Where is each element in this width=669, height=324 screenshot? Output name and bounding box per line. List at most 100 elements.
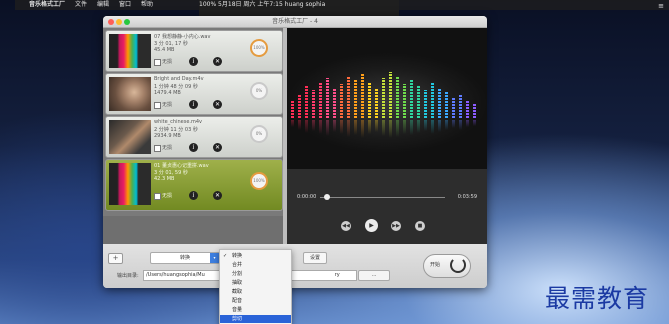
dropdown-item[interactable]: 音量 [220, 306, 291, 314]
forward-icon[interactable]: ▶▶ [391, 221, 401, 231]
mode-dropdown-menu: ✓ 转换合并分割抽取 截取配音音量 剪切 [219, 249, 292, 324]
seek-knob[interactable] [324, 194, 330, 200]
rewind-icon[interactable]: ◀◀ [341, 221, 351, 231]
play-icon[interactable]: ▶ [365, 219, 378, 232]
info-icon[interactable]: i [189, 57, 198, 66]
visualizer-bar [410, 80, 413, 118]
file-thumbnail [109, 77, 151, 111]
desktop-background: 音乐格式工厂 文件 编辑 窗口 帮助 100% 5月18日 周六 上午7:15 … [0, 0, 669, 324]
visualizer-bar [354, 80, 357, 118]
visualizer-bar [333, 88, 336, 118]
stop-icon[interactable]: ■ [415, 221, 425, 231]
file-item[interactable]: white_chinese.m4v 2 分钟 11 分 03 秒 2934.9 … [105, 116, 283, 158]
browse-button[interactable]: ... [358, 270, 390, 281]
visualizer-reflection [368, 120, 371, 134]
seek-track[interactable] [320, 197, 445, 198]
mode-select[interactable]: 转换 ▾ [150, 252, 220, 264]
info-icon[interactable]: i [189, 143, 198, 152]
dropdown-item[interactable]: 配音 [220, 297, 291, 305]
visualizer-reflection [431, 120, 434, 134]
visualizer-reflection [459, 120, 462, 130]
dropdown-item-label: 配音 [232, 298, 243, 304]
file-size: 1479.4 MB [154, 90, 181, 96]
lossless-checkbox[interactable] [154, 193, 161, 200]
lossless-checkbox[interactable] [154, 59, 161, 66]
menu-file[interactable]: 文件 [75, 0, 87, 10]
visualizer-reflection [424, 120, 427, 131]
file-size: 42.3 MB [154, 176, 175, 182]
file-name: white_chinese.m4v [154, 119, 203, 125]
dropdown-item[interactable]: 剪切 [220, 315, 291, 323]
visualizer-reflection [326, 120, 329, 136]
dropdown-item[interactable]: ✓ 转换 [220, 252, 291, 260]
visualizer-bar [319, 82, 322, 118]
visualizer-reflection [361, 120, 364, 138]
visualizer-reflection [410, 120, 413, 135]
delete-icon[interactable]: ✕ [213, 191, 222, 200]
visualizer-bar [382, 78, 385, 118]
window-titlebar[interactable]: 音乐格式工厂 - 4 [103, 16, 487, 28]
file-thumbnail [109, 120, 151, 154]
visualizer-reflection [403, 120, 406, 134]
menu-window[interactable]: 窗口 [119, 0, 131, 10]
delete-icon[interactable]: ✕ [213, 57, 222, 66]
dropdown-item-label: 分割 [232, 271, 243, 277]
audio-visualizer [287, 28, 487, 168]
visualizer-reflection [438, 120, 441, 132]
visualizer-bar [438, 88, 441, 118]
menu-app-name[interactable]: 音乐格式工厂 [29, 0, 65, 10]
visualizer-reflection [396, 120, 399, 137]
settings-button[interactable]: 设置 [303, 252, 327, 264]
file-item-selected[interactable]: 01 董贞惠心记重拼.wav 3 分 01, 59 秒 42.3 MB 无损 i… [105, 159, 283, 211]
dropdown-item-label: 合并 [232, 262, 243, 268]
checkmark-icon: ✓ [223, 253, 228, 259]
file-item[interactable]: 07 我想静静-小内心.wav 3 分 01, 17 秒 45.4 MB 无损 … [105, 30, 283, 72]
lossless-label: 无损 [162, 102, 173, 108]
list-icon[interactable]: ≡ [658, 1, 664, 11]
visualizer-reflection [319, 120, 322, 134]
window-title: 音乐格式工厂 - 4 [272, 18, 318, 25]
output-dir-label: 输出目录: [117, 273, 139, 279]
end-time: 0:03:59 [457, 194, 477, 200]
visualizer-bar [452, 98, 455, 118]
info-icon[interactable]: i [189, 100, 198, 109]
visualizer-bar [347, 76, 350, 118]
dropdown-item[interactable]: 截取 [220, 288, 291, 296]
visualizer-bar [431, 82, 434, 118]
visualizer-bar [312, 90, 315, 118]
visualizer-reflection [305, 120, 308, 133]
dropdown-item[interactable]: 合并 [220, 261, 291, 269]
visualizer-reflection [473, 120, 476, 126]
current-time: 0:00:00 [297, 194, 317, 200]
info-icon[interactable]: i [189, 191, 198, 200]
player-panel: 0:00:00 0:03:59 ◀◀ ▶ ▶▶ ■ [287, 28, 487, 245]
dropdown-item[interactable]: 抽取 [220, 279, 291, 287]
output-path-tail: ry [334, 272, 340, 278]
lossless-checkbox[interactable] [154, 145, 161, 152]
menu-help[interactable]: 帮助 [141, 0, 153, 10]
menu-edit[interactable]: 编辑 [97, 0, 109, 10]
progress-circle: 0% [250, 82, 268, 100]
visualizer-bar [403, 84, 406, 118]
file-item[interactable]: Bright and Day.m4v 1 分钟 48 分 09 秒 1479.4… [105, 73, 283, 115]
dropdown-item[interactable]: 分割 [220, 270, 291, 278]
file-thumbnail [109, 163, 151, 205]
visualizer-bar [396, 76, 399, 118]
add-file-button[interactable]: + [108, 253, 123, 264]
app-window: 音乐格式工厂 - 4 07 我想静静-小内心.wav 3 分 01, 17 秒 … [103, 16, 487, 288]
chevron-down-icon[interactable]: ▾ [210, 253, 219, 263]
visualizer-bar [473, 104, 476, 118]
visualizer-bar [459, 94, 462, 118]
progress-circle: 100% [250, 39, 268, 57]
visualizer-bar [417, 86, 420, 118]
visualizer-bar [298, 94, 301, 118]
file-size: 45.4 MB [154, 47, 175, 53]
file-thumbnail [109, 34, 151, 68]
output-path-text: /Users/huangsophia/Mu [146, 272, 205, 278]
start-button[interactable]: 开始 [423, 254, 471, 278]
delete-icon[interactable]: ✕ [213, 143, 222, 152]
visualizer-bar [340, 84, 343, 118]
delete-icon[interactable]: ✕ [213, 100, 222, 109]
lossless-checkbox[interactable] [154, 102, 161, 109]
file-name: Bright and Day.m4v [154, 76, 204, 82]
